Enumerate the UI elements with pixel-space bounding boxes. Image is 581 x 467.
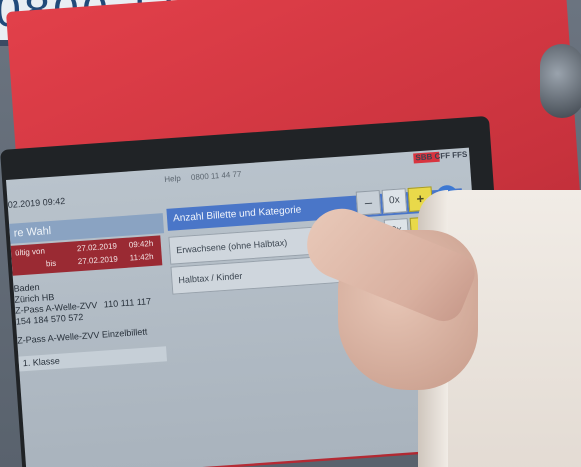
valid-to-label: bis	[45, 258, 57, 269]
current-datetime: 02.2019 09:42	[7, 195, 66, 210]
valid-to-time: 11:42h	[129, 251, 154, 263]
valid-from-date: 27.02.2019	[76, 241, 118, 254]
ticket-type: Z-Pass A-Welle-ZVV Einzelbillett	[16, 326, 148, 346]
ticket-class: 1. Klasse	[18, 346, 168, 372]
help-line: Help 0800 11 44 77	[156, 170, 242, 185]
valid-from-time: 09:42h	[128, 238, 154, 250]
halftax-category-label: Halbtax / Kinder	[178, 270, 243, 286]
valid-from-label: ültig von	[14, 246, 46, 258]
ticket-machine-photo: 0800 11 44 7 Help 0800 11 44 77 SBB CFF …	[0, 0, 581, 467]
help-phone: 0800 11 44 77	[190, 169, 242, 183]
coin-slot-knob	[540, 44, 581, 118]
ticket-details: Baden Zürich HB Z-Pass A-Welle-ZVV 110 1…	[13, 273, 168, 372]
adult-count: 0x	[381, 188, 408, 214]
brand-label: SBB CFF FFS	[415, 149, 468, 163]
adult-category-label: Erwachsene (ohne Halbtax)	[175, 237, 288, 256]
ticket-pass-code: 110 111 117	[103, 296, 152, 310]
valid-to-date: 27.02.2019	[77, 254, 119, 267]
adult-minus-button[interactable]: –	[355, 189, 382, 216]
help-label: Help	[164, 173, 182, 184]
selection-summary: re Wahl ültig von 27.02.2019 09:42h bis …	[9, 213, 175, 453]
